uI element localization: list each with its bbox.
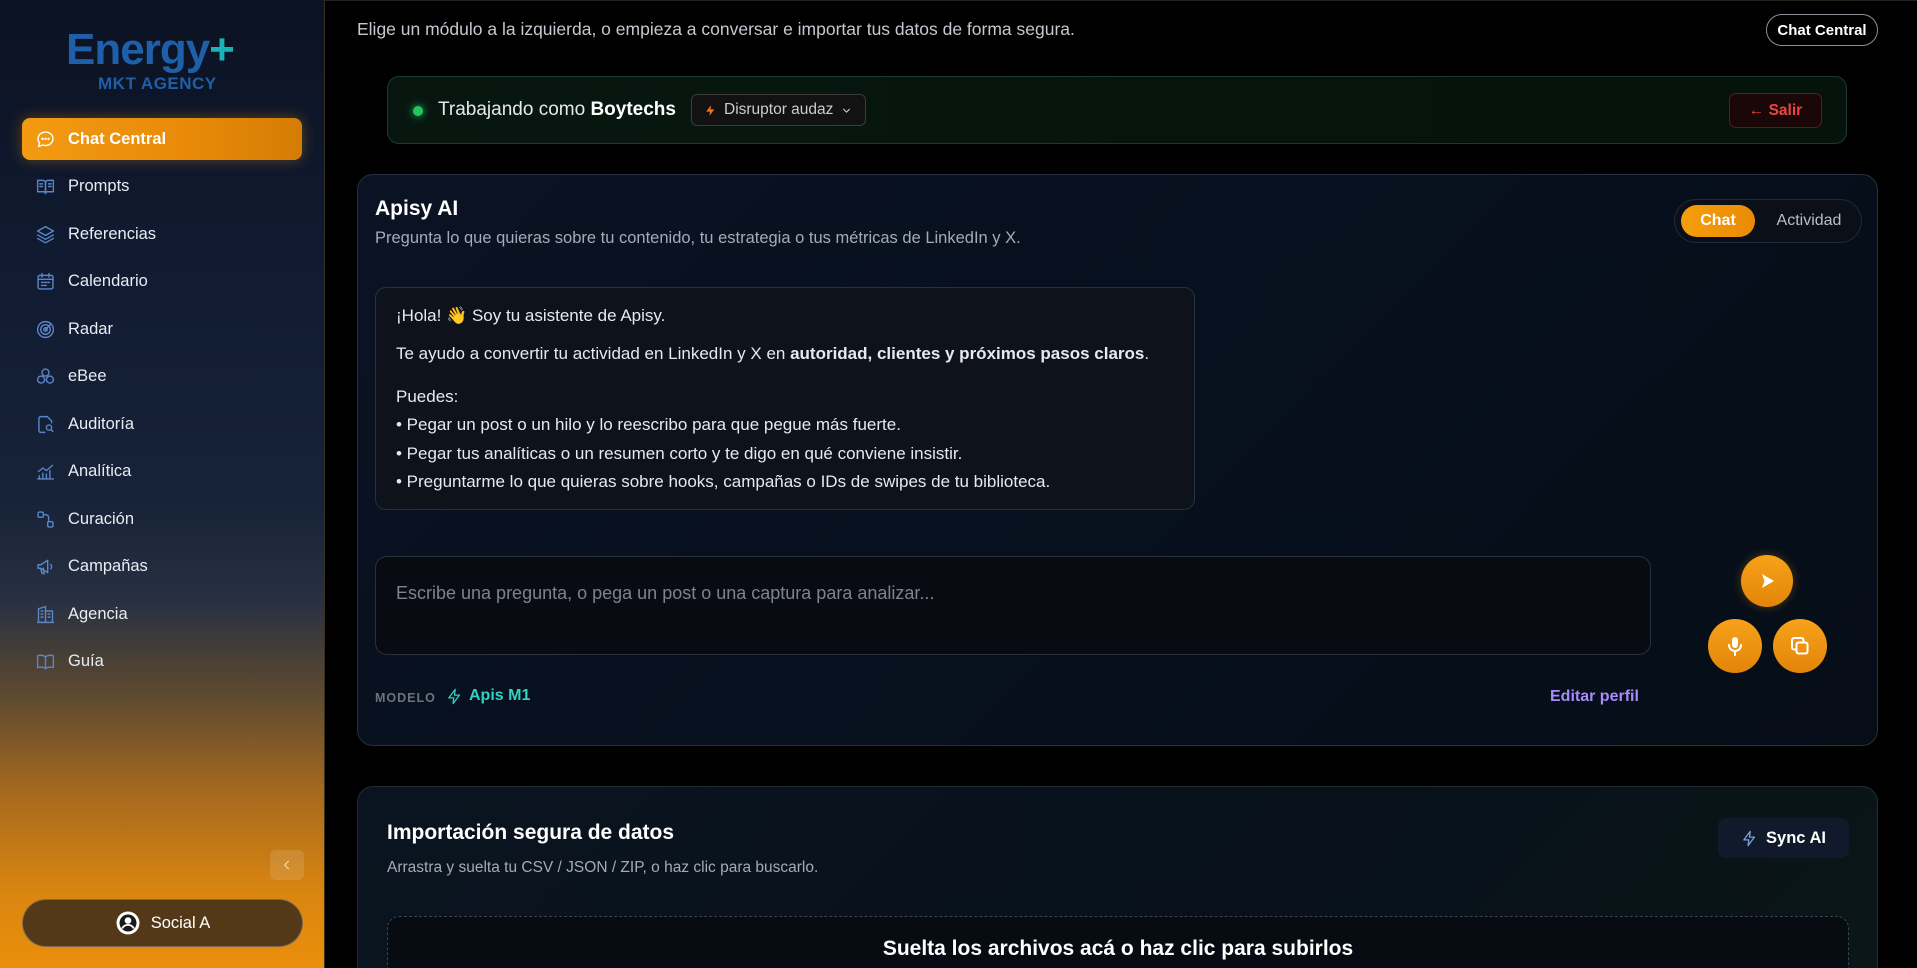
sidebar-item-label: Campañas	[68, 557, 148, 575]
working-user: Boytechs	[590, 99, 676, 120]
calendar-icon	[34, 271, 56, 293]
bolt-icon	[1743, 830, 1756, 846]
radar-icon	[34, 318, 56, 340]
sidebar-item-label: Analítica	[68, 462, 132, 480]
sidebar-item-chat-central[interactable]: Chat Central	[22, 118, 302, 160]
social-account-button[interactable]: Social A	[22, 899, 303, 947]
exit-button[interactable]: ← Salir	[1729, 93, 1822, 128]
model-label: MODELO	[375, 691, 436, 705]
model-selector[interactable]: Apis M1	[446, 687, 530, 705]
sidebar: Energy+ MKT AGENCY Chat Central Prompts …	[0, 0, 325, 968]
book-open-icon	[34, 176, 56, 198]
sidebar-item-referencias[interactable]: Referencias	[22, 213, 302, 255]
list-item: • Pegar tus analíticas o un resumen cort…	[396, 443, 963, 463]
chat-subtitle: Pregunta lo que quieras sobre tu conteni…	[375, 229, 1021, 247]
sidebar-item-label: Radar	[68, 319, 113, 338]
chat-input[interactable]: Escribe una pregunta, o pega un post o u…	[375, 556, 1651, 655]
persona-select[interactable]: Disruptor audaz	[691, 94, 867, 126]
dropzone-text: Suelta los archivos acá o haz clic para …	[882, 937, 1354, 960]
tab-chat[interactable]: Chat	[1681, 205, 1755, 237]
social-account-label: Social A	[150, 913, 211, 932]
working-prefix: Trabajando como	[438, 99, 586, 120]
logo-subtitle: MKT AGENCY	[98, 74, 217, 93]
message-greeting: ¡Hola! 👋 Soy tu asistente de Apisy.	[396, 306, 666, 325]
persona-value: Disruptor audaz	[724, 101, 834, 118]
user-circle-icon	[116, 911, 140, 935]
building-icon	[34, 603, 56, 625]
chat-bubble-icon	[34, 128, 56, 150]
sidebar-item-label: Calendario	[68, 272, 148, 290]
layers-icon	[34, 223, 56, 245]
sidebar-item-prompts[interactable]: Prompts	[22, 166, 302, 208]
import-subtitle: Arrastra y suelta tu CSV / JSON / ZIP, o…	[387, 859, 819, 876]
bolt-icon	[706, 104, 715, 116]
microphone-icon	[1728, 637, 1742, 656]
message-intro: Te ayudo a convertir tu actividad en Lin…	[396, 344, 1174, 364]
list-item: • Preguntarme lo que quieras sobre hooks…	[396, 472, 1051, 492]
book-icon	[34, 651, 56, 673]
sidebar-item-calendario[interactable]: Calendario	[22, 261, 302, 303]
logo-plus: +	[209, 25, 235, 74]
sidebar-item-label: Chat Central	[68, 129, 167, 148]
working-as-bar: Trabajando como Boytechs Disruptor audaz…	[387, 76, 1847, 144]
sidebar-item-campanas[interactable]: Campañas	[22, 546, 302, 588]
voice-input-button[interactable]	[1708, 619, 1762, 673]
message-intro-bold: autoridad, clientes y próximos pasos cla…	[790, 344, 1145, 364]
model-name: Apis M1	[469, 687, 531, 704]
import-panel: Importación segura de datos Arrastra y s…	[357, 786, 1878, 968]
file-dropzone[interactable]: Suelta los archivos acá o haz clic para …	[387, 916, 1849, 968]
page-subtitle: Elige un módulo a la izquierda, o empiez…	[357, 19, 1075, 39]
import-title: Importación segura de datos	[387, 821, 675, 844]
sidebar-item-guia[interactable]: Guía	[22, 641, 302, 683]
brand-logo[interactable]: Energy+ MKT AGENCY	[66, 26, 266, 98]
sync-ai-button[interactable]: Sync AI	[1718, 818, 1849, 858]
sidebar-item-label: Guía	[68, 652, 104, 670]
sidebar-item-label: Auditoría	[68, 414, 135, 433]
top-divider	[325, 0, 1917, 1]
chart-line-icon	[34, 461, 56, 483]
sidebar-item-radar[interactable]: Radar	[22, 308, 302, 350]
copy-icon	[1791, 637, 1809, 655]
sidebar-collapse-button[interactable]	[270, 850, 304, 880]
list-item: • Pegar un post o un hilo y lo reescribo…	[396, 415, 901, 435]
message-intro-text: Te ayudo a convertir tu actividad en Lin…	[396, 344, 791, 364]
sync-ai-label: Sync AI	[1766, 828, 1826, 847]
working-as-text: Trabajando como Boytechs	[438, 99, 676, 121]
hexagon-cluster-icon	[34, 366, 56, 388]
sidebar-item-label: Curación	[68, 509, 135, 528]
chevron-down-icon	[843, 107, 851, 113]
sidebar-item-curacion[interactable]: Curación	[22, 498, 302, 540]
copy-button[interactable]	[1773, 619, 1827, 673]
chat-panel: Apisy AI Pregunta lo que quieras sobre t…	[357, 174, 1878, 746]
sidebar-item-label: eBee	[68, 367, 107, 385]
online-status-dot	[413, 106, 423, 116]
megaphone-icon	[34, 556, 56, 578]
document-search-icon	[34, 413, 56, 435]
sidebar-item-label: Referencias	[68, 224, 157, 243]
sidebar-item-auditoria[interactable]: Auditoría	[22, 403, 302, 445]
send-button[interactable]	[1741, 555, 1793, 607]
current-module-chip[interactable]: Chat Central	[1766, 14, 1878, 46]
chevron-left-icon	[283, 860, 290, 870]
sidebar-item-analitica[interactable]: Analítica	[22, 451, 302, 493]
sidebar-item-ebee[interactable]: eBee	[22, 356, 302, 398]
edit-profile-link[interactable]: Editar perfil	[1550, 688, 1639, 706]
sidebar-item-label: Agencia	[68, 604, 128, 623]
assistant-message: ¡Hola! 👋 Soy tu asistente de Apisy. Te a…	[375, 287, 1195, 510]
route-icon	[34, 508, 56, 530]
send-icon	[1762, 574, 1774, 588]
chat-title: Apisy AI	[375, 197, 459, 220]
sidebar-item-agencia[interactable]: Agencia	[22, 593, 302, 635]
message-list-title: Puedes:	[396, 386, 459, 406]
sidebar-item-label: Prompts	[68, 177, 130, 195]
sidebar-nav: Chat Central Prompts Referencias Calenda…	[22, 118, 302, 688]
tab-actividad[interactable]: Actividad	[1761, 205, 1857, 237]
chat-tabs: Chat Actividad	[1674, 199, 1862, 243]
message-list: Puedes: • Pegar un post o un hilo y lo r…	[396, 383, 1174, 497]
logo-main-text: Energy	[66, 25, 210, 74]
app-root: Energy+ MKT AGENCY Chat Central Prompts …	[0, 0, 1917, 968]
bolt-icon	[448, 688, 461, 704]
message-intro-suffix: .	[1144, 344, 1150, 364]
